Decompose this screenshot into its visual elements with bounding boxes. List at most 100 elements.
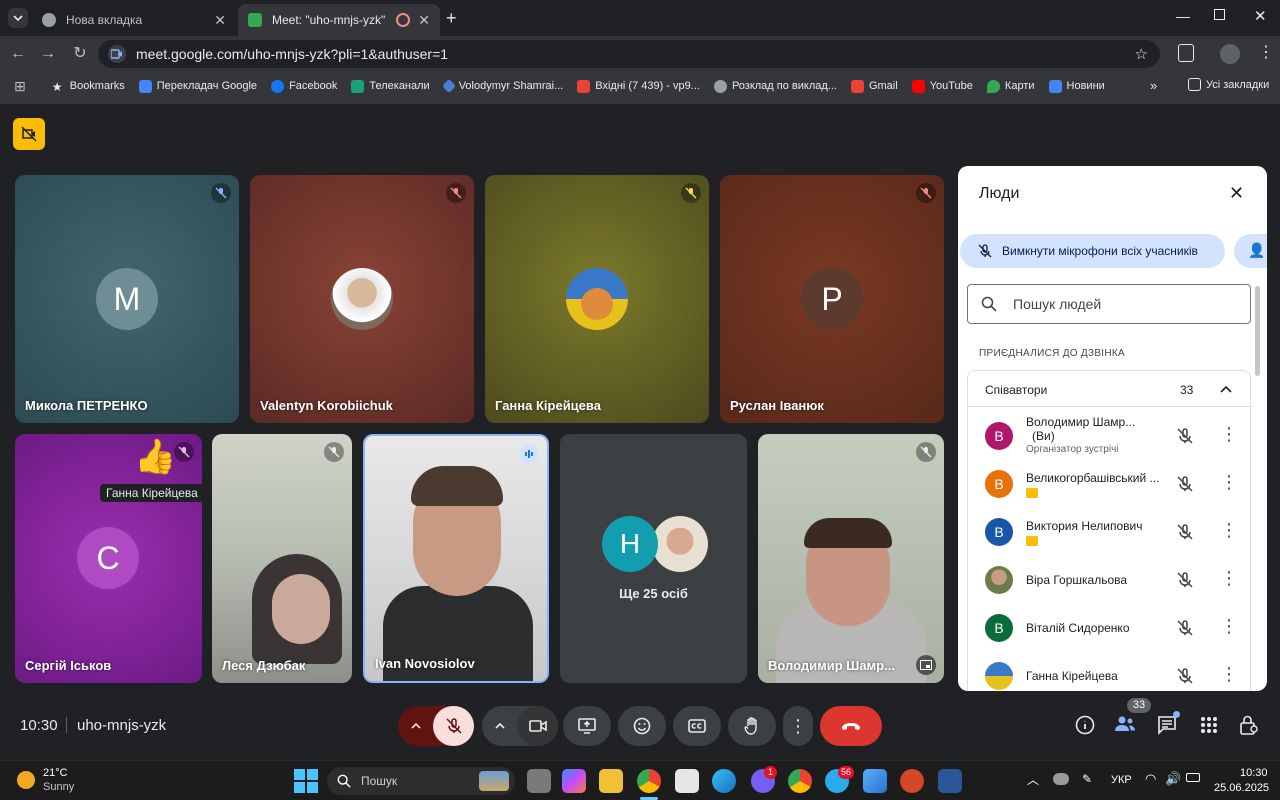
windows-start-icon[interactable] [294,769,318,793]
task-view-icon[interactable] [527,769,551,793]
tab-meet[interactable]: Meet: "uho-mnjs-yzk" ✕ [238,4,440,36]
captions-button[interactable] [673,706,721,746]
close-icon[interactable]: ✕ [418,12,430,29]
present-screen-button[interactable] [563,706,611,746]
host-controls-button[interactable] [13,118,45,150]
add-people-button[interactable]: 👤 [1234,234,1267,268]
pip-icon[interactable] [916,655,936,675]
minimize-button[interactable]: — [1176,8,1190,24]
camera-options-button[interactable] [482,706,518,746]
chat-button[interactable] [1157,711,1180,740]
maximize-button[interactable] [1214,9,1225,20]
file-explorer-icon[interactable] [599,769,623,793]
group-header[interactable]: Співавтори 33 [968,371,1252,407]
chevron-up-icon[interactable]: ︿ [1027,771,1039,788]
powerpoint-icon[interactable] [900,769,924,793]
clock-date[interactable]: 25.06.2025 [1214,782,1269,794]
bookmark-item[interactable]: Facebook [271,79,337,93]
participant-row[interactable]: Ганна Кірейцева [968,653,1248,691]
menu-kebab-icon[interactable]: ⋮ [1258,42,1274,62]
participant-mic-off-icon[interactable] [1176,427,1194,445]
mic-toggle-button[interactable] [433,706,474,746]
participant-row[interactable]: В Виктория Нелипович [968,509,1248,555]
bookmark-item[interactable]: Volodymyr Shamrai... [441,78,563,94]
bookmark-item[interactable]: Вхідні (7 439) - vp9... [577,79,700,93]
participant-more-icon[interactable]: ⋮ [1220,616,1238,637]
participant-mic-off-icon[interactable] [1176,619,1194,637]
forward-button[interactable]: → [38,44,58,64]
word-icon[interactable] [938,769,962,793]
panel-scrollbar[interactable] [1255,286,1260,376]
participant-mic-off-icon[interactable] [1176,523,1194,541]
participant-row[interactable]: В Володимир Шамр... (Ви) Організатор зус… [968,413,1248,459]
participant-more-icon[interactable]: ⋮ [1220,664,1238,685]
more-bookmarks-icon[interactable]: » [1150,78,1157,93]
site-info-icon[interactable] [108,45,126,63]
star-icon[interactable]: ☆ [1135,45,1148,63]
participant-more-icon[interactable]: ⋮ [1220,568,1238,589]
volume-icon[interactable]: 🔊 [1165,771,1181,787]
participant-tile[interactable]: P Руслан Іванюк [720,175,944,423]
bookmark-item[interactable]: ★ Bookmarks [52,80,125,94]
participant-tile-speaking[interactable]: Ivan Novosiolov [363,434,549,683]
onedrive-icon[interactable] [1053,773,1069,785]
pen-icon[interactable]: ✎ [1082,772,1092,786]
taskbar-search[interactable]: Пошук [327,767,515,795]
bookmark-item[interactable]: Новини [1048,79,1105,93]
wifi-icon[interactable]: ◠ [1145,771,1156,787]
all-bookmarks[interactable]: Усі закладки [1188,78,1269,91]
profile-avatar[interactable] [1220,44,1240,64]
people-button[interactable] [1114,715,1136,738]
reload-button[interactable]: ↻ [70,44,90,64]
participant-tile-self[interactable]: Володимир Шамр... [758,434,944,683]
participant-mic-off-icon[interactable] [1176,475,1194,493]
close-icon[interactable]: ✕ [214,12,226,29]
participant-mic-off-icon[interactable] [1176,571,1194,589]
battery-icon[interactable] [1186,773,1200,782]
photos-icon[interactable] [863,769,887,793]
reactions-button[interactable] [618,706,666,746]
activities-button[interactable] [1200,716,1218,739]
language-indicator[interactable]: УКР [1111,774,1132,786]
participant-mic-off-icon[interactable] [1176,667,1194,685]
weather-desc[interactable]: Sunny [43,781,74,793]
more-participants-tile[interactable]: H Ще 25 осіб [560,434,747,683]
more-options-button[interactable]: ⋮ [783,706,813,746]
camera-toggle-button[interactable] [517,706,558,746]
edge-icon[interactable] [712,769,736,793]
new-tab-button[interactable]: + [446,8,457,29]
clock-time[interactable]: 10:30 [1240,767,1268,779]
search-input[interactable]: Пошук людей [1013,296,1101,312]
participant-tile[interactable]: M Микола ПЕТРЕНКО [15,175,239,423]
close-window-button[interactable]: ✕ [1254,7,1267,25]
bookmark-item[interactable]: Телеканали [351,79,430,93]
bookmark-item[interactable]: Перекладач Google [138,79,257,93]
tab-new-tab[interactable]: Нова вкладка ✕ [32,4,236,36]
back-button[interactable]: ← [8,44,28,64]
address-bar[interactable]: meet.google.com/uho-mnjs-yzk?pli=1&authu… [98,40,1160,68]
participant-tile[interactable]: Valentyn Korobiichuk [250,175,474,423]
participant-row[interactable]: В Великогорбашівський ... [968,461,1248,507]
copilot-icon[interactable] [562,769,586,793]
bookmark-item[interactable]: Gmail [850,79,898,93]
chevron-up-icon[interactable] [1220,385,1232,393]
close-icon[interactable]: ✕ [1229,183,1244,204]
tab-search-button[interactable] [8,8,28,28]
participant-row[interactable]: Віра Горшкальова [968,557,1248,603]
bookmark-item[interactable]: Карти [986,79,1035,93]
leave-call-button[interactable] [820,706,882,746]
search-people-field[interactable]: Пошук людей [967,284,1251,324]
mic-options-button[interactable] [398,706,434,746]
bookmark-item[interactable]: YouTube [911,79,973,93]
chrome-icon[interactable] [637,769,661,793]
participant-more-icon[interactable]: ⋮ [1220,472,1238,493]
apps-grid-icon[interactable]: ⊞ [14,78,26,95]
extensions-icon[interactable] [1178,44,1194,62]
microsoft-store-icon[interactable] [675,769,699,793]
host-controls-lock-button[interactable] [1240,714,1258,741]
participant-row[interactable]: В Віталій Сидоренко [968,605,1248,651]
participant-tile[interactable]: Леся Дзюбак [212,434,352,683]
weather-temp[interactable]: 21°C [43,767,68,779]
meeting-info-button[interactable] [1075,715,1095,740]
participant-more-icon[interactable]: ⋮ [1220,424,1238,445]
